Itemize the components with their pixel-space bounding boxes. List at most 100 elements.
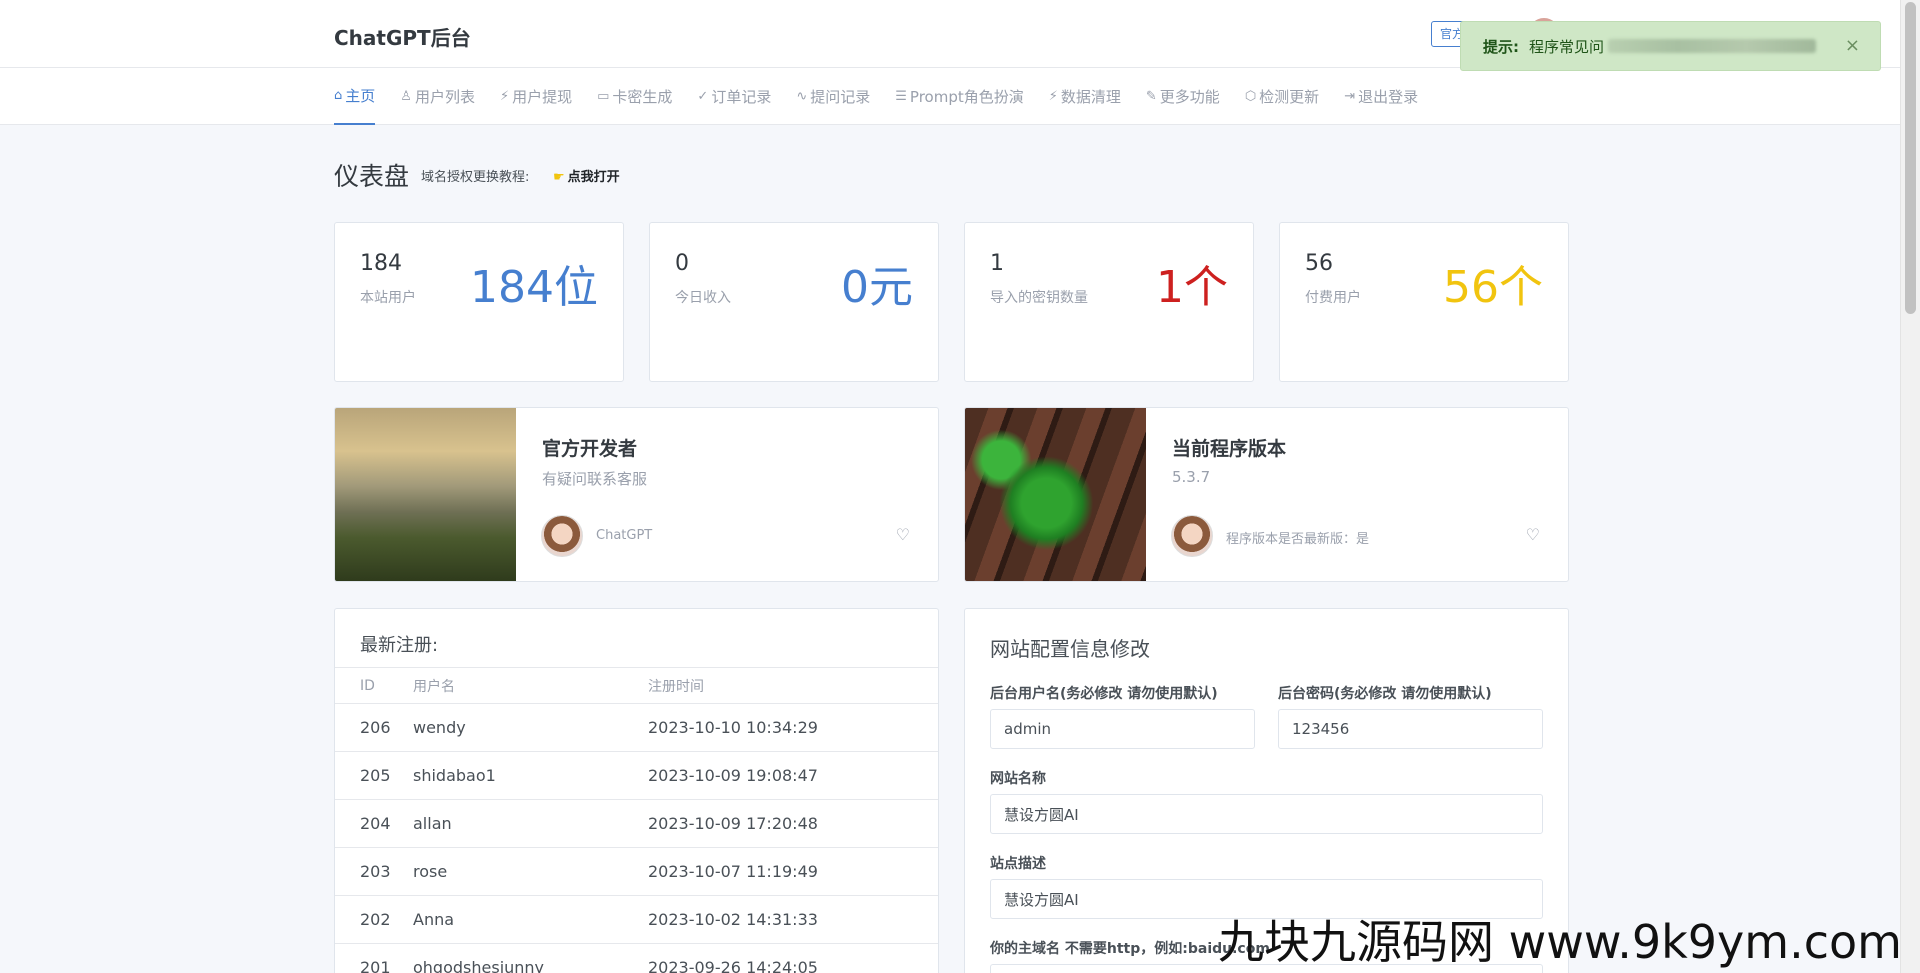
developer-card: 官方开发者 有疑问联系客服 ChatGPT ♡: [334, 407, 939, 582]
table-row: 205 shidabao1 2023-10-09 19:08:47: [335, 751, 938, 800]
stat-value: 184: [360, 251, 402, 276]
stat-value: 56: [1305, 251, 1333, 276]
card-subtitle: 5.3.7: [1172, 468, 1211, 486]
table-row: 201 ohgodshesiunny 2023-09-26 14:24:05: [335, 943, 938, 973]
registrations-table: ID 用户名 注册时间 206 wendy 2023-10-10 10:34:2…: [335, 667, 938, 973]
toast-message: 程序常见问: [1529, 37, 1605, 56]
cell-username: allan: [413, 799, 648, 848]
stat-card-income: 0 今日收入 0元: [649, 222, 939, 382]
stat-big-value: 184位: [470, 262, 598, 313]
nav-item-label: 数据清理: [1060, 88, 1121, 106]
nav-item-label: 用户提现: [512, 88, 573, 106]
table-row: 203 rose 2023-10-07 11:19:49: [335, 847, 938, 896]
nav-item-label: 卡密生成: [612, 88, 673, 106]
heart-icon[interactable]: ♡: [896, 525, 910, 544]
cell-id: 206: [335, 703, 413, 752]
stat-label: 今日收入: [675, 290, 731, 306]
clover-image: [965, 408, 1146, 581]
cell-username: wendy: [413, 703, 648, 752]
open-link[interactable]: ☛ 点我打开: [553, 166, 620, 185]
column-header-id: ID: [335, 667, 413, 704]
calendar-icon: ▭: [597, 89, 610, 104]
cell-time: 2023-10-09 17:20:48: [648, 799, 938, 848]
latest-registrations-card: 最新注册: ID 用户名 注册时间 206 wendy 2023-10-10 1…: [334, 608, 939, 973]
nav-item-orders[interactable]: ✓ 订单记录: [697, 68, 771, 125]
cell-id: 205: [335, 751, 413, 800]
cell-id: 204: [335, 799, 413, 848]
site-description-label: 站点描述: [990, 856, 1046, 872]
avatar: [541, 515, 583, 557]
toast-notification: 提示: 程序常见问 ×: [1460, 21, 1881, 71]
nav-item-label: Prompt角色扮演: [909, 88, 1024, 106]
card-title: 当前程序版本: [1172, 438, 1287, 460]
database-icon: ☰: [895, 89, 907, 104]
nav-item-data-cleanup[interactable]: ⚡ 数据清理: [1049, 68, 1121, 125]
nav-item-check-update[interactable]: ⬡ 检测更新: [1245, 68, 1319, 125]
stat-label: 导入的密钥数量: [990, 290, 1088, 306]
close-icon[interactable]: ×: [1845, 35, 1860, 56]
nav-item-label: 退出登录: [1358, 88, 1419, 106]
admin-username-label: 后台用户名(务必修改 请勿使用默认): [990, 686, 1218, 702]
main-nav: ⌂ 主页 ♙ 用户列表 ⚡ 用户提现 ▭ 卡密生成 ✓ 订单记录 ∿ 提问记录 ☰ Promp…: [334, 68, 1443, 125]
card-subtitle: 有疑问联系客服: [542, 470, 648, 488]
site-name-label: 网站名称: [990, 771, 1046, 787]
heart-icon[interactable]: ♡: [1526, 525, 1540, 544]
logout-icon: ⇥: [1344, 89, 1356, 104]
zap-icon: ⚡: [1048, 89, 1058, 104]
activity-icon: ∿: [796, 89, 808, 104]
stat-big-value: 1个: [1156, 262, 1228, 313]
cell-time: 2023-10-07 11:19:49: [648, 847, 938, 896]
stat-card-keys: 1 导入的密钥数量 1个: [964, 222, 1254, 382]
pointing-hand-icon: ☛: [553, 170, 565, 185]
nav-item-label: 订单记录: [711, 88, 772, 106]
nav-item-home[interactable]: ⌂ 主页: [334, 68, 376, 125]
toast-title: 提示:: [1483, 37, 1519, 56]
site-name-input[interactable]: [990, 794, 1543, 834]
cell-time: 2023-10-02 14:31:33: [648, 895, 938, 944]
scrollbar[interactable]: [1900, 0, 1920, 973]
column-header-username: 用户名: [413, 667, 648, 704]
stat-value: 1: [990, 251, 1004, 276]
admin-username-input[interactable]: [990, 709, 1255, 749]
card-title: 最新注册:: [360, 635, 439, 656]
card-author: 程序版本是否最新版：是: [1226, 532, 1370, 547]
stat-label: 本站用户: [360, 290, 416, 306]
nav-item-logout[interactable]: ⇥ 退出登录: [1344, 68, 1418, 125]
page-title: 仪表盘: [334, 162, 410, 191]
nav-item-more[interactable]: ✎ 更多功能: [1146, 68, 1220, 125]
brand-title[interactable]: ChatGPT后台: [334, 22, 471, 51]
cell-id: 203: [335, 847, 413, 896]
check-circle-icon: ✓: [697, 89, 709, 104]
stat-value: 0: [675, 251, 689, 276]
table-row: 204 allan 2023-10-09 17:20:48: [335, 799, 938, 848]
nav-item-prompt-roles[interactable]: ☰ Prompt角色扮演: [895, 68, 1023, 125]
table-header-row: ID 用户名 注册时间: [335, 667, 938, 704]
cell-id: 202: [335, 895, 413, 944]
stat-label: 付费用户: [1305, 290, 1361, 306]
nav-item-card-generate[interactable]: ▭ 卡密生成: [597, 68, 672, 125]
nav-item-user-list[interactable]: ♙ 用户列表: [400, 68, 475, 125]
cell-time: 2023-10-09 19:08:47: [648, 751, 938, 800]
nav-item-label: 提问记录: [810, 88, 871, 106]
nav-item-withdraw[interactable]: ⚡ 用户提现: [500, 68, 572, 125]
pen-icon: ✎: [1145, 89, 1157, 104]
avatar: [1171, 515, 1213, 557]
admin-password-input[interactable]: [1278, 709, 1543, 749]
nav-item-label: 主页: [345, 87, 376, 105]
cell-time: 2023-10-10 10:34:29: [648, 703, 938, 752]
nav-item-questions[interactable]: ∿ 提问记录: [796, 68, 870, 125]
card-author: ChatGPT: [596, 528, 653, 543]
nav-item-label: 检测更新: [1259, 88, 1320, 106]
nav-item-label: 更多功能: [1159, 88, 1220, 106]
toast-blurred-text: [1608, 39, 1817, 53]
cell-time: 2023-09-26 14:24:05: [648, 943, 938, 973]
mountain-image: [335, 408, 516, 581]
cell-username: rose: [413, 847, 648, 896]
stat-card-paid-users: 56 付费用户 56个: [1279, 222, 1569, 382]
stat-card-users: 184 本站用户 184位: [334, 222, 624, 382]
open-link-label: 点我打开: [567, 170, 620, 185]
stat-big-value: 0元: [841, 262, 913, 313]
stat-big-value: 56个: [1443, 262, 1543, 313]
zap-icon: ⚡: [499, 89, 510, 104]
scrollbar-thumb[interactable]: [1905, 2, 1916, 314]
